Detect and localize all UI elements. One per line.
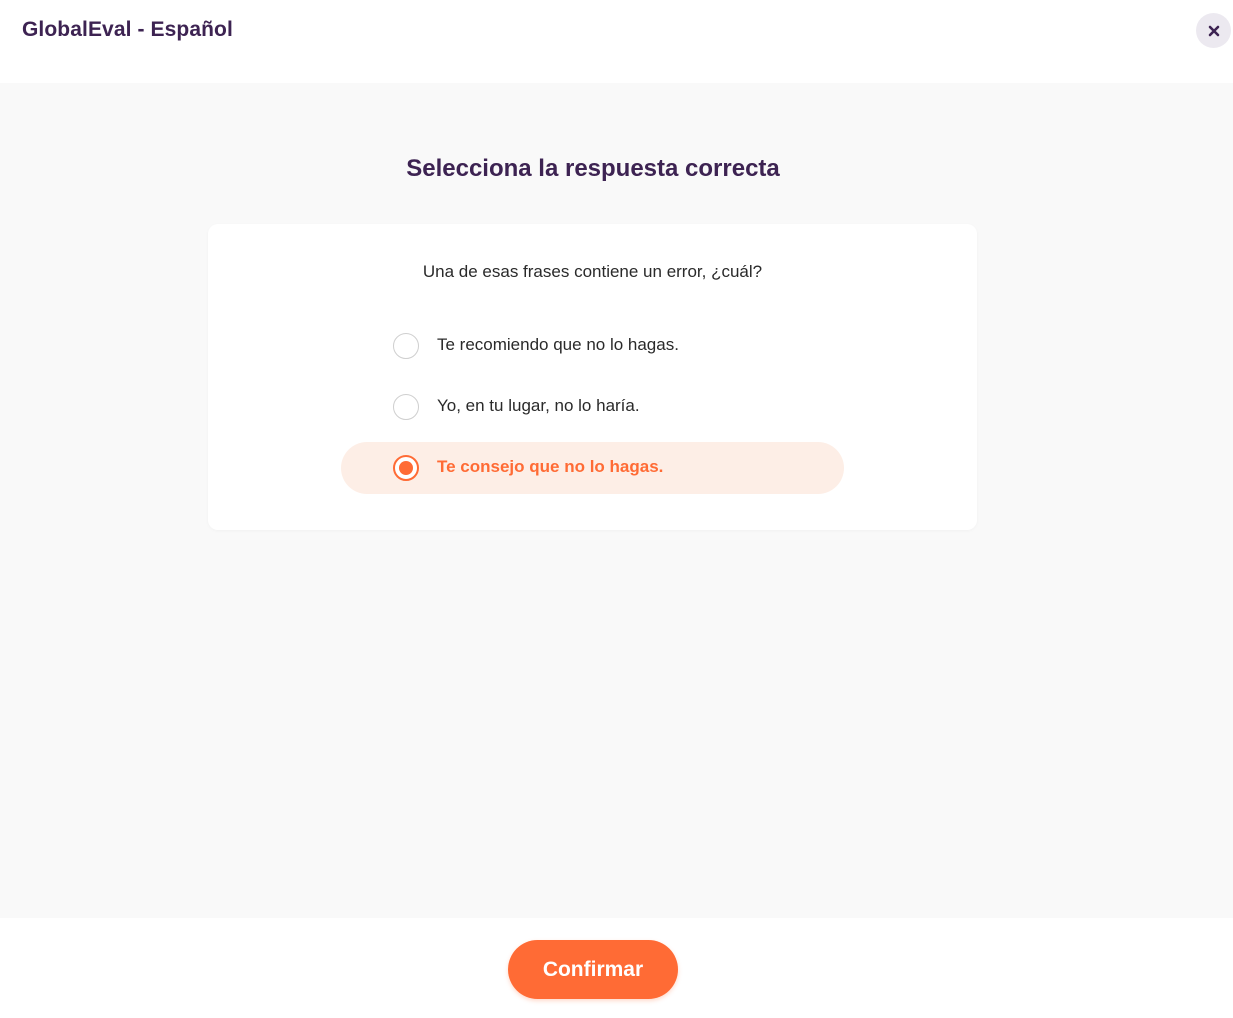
- answer-option-3[interactable]: Te consejo que no lo hagas.: [341, 442, 844, 494]
- answer-option-2[interactable]: Yo, en tu lugar, no lo haría.: [341, 381, 844, 433]
- close-button[interactable]: [1196, 13, 1231, 48]
- answer-option-label: Te recomiendo que no lo hagas.: [437, 335, 679, 354]
- radio-button[interactable]: [393, 394, 419, 420]
- footer-bar: Confirmar: [0, 918, 1233, 1018]
- answer-option-label: Te consejo que no lo hagas.: [437, 457, 664, 476]
- app-title: GlobalEval - Español: [22, 18, 233, 41]
- radio-button[interactable]: [393, 333, 419, 359]
- close-icon: [1208, 25, 1219, 36]
- question-title: Selecciona la respuesta correcta: [406, 155, 780, 182]
- question-prompt: Una de esas frases contiene un error, ¿c…: [422, 262, 763, 281]
- header-bar: GlobalEval - Español: [0, 0, 1233, 83]
- radio-dot: [399, 461, 413, 475]
- answer-option-label: Yo, en tu lugar, no lo haría.: [437, 396, 640, 415]
- confirm-button[interactable]: Confirmar: [508, 940, 678, 999]
- answer-option-1[interactable]: Te recomiendo que no lo hagas.: [341, 320, 844, 372]
- question-card: Una de esas frases contiene un error, ¿c…: [208, 224, 977, 530]
- main-content: Selecciona la respuesta correcta Una de …: [0, 83, 1233, 918]
- radio-button-selected[interactable]: [393, 455, 419, 481]
